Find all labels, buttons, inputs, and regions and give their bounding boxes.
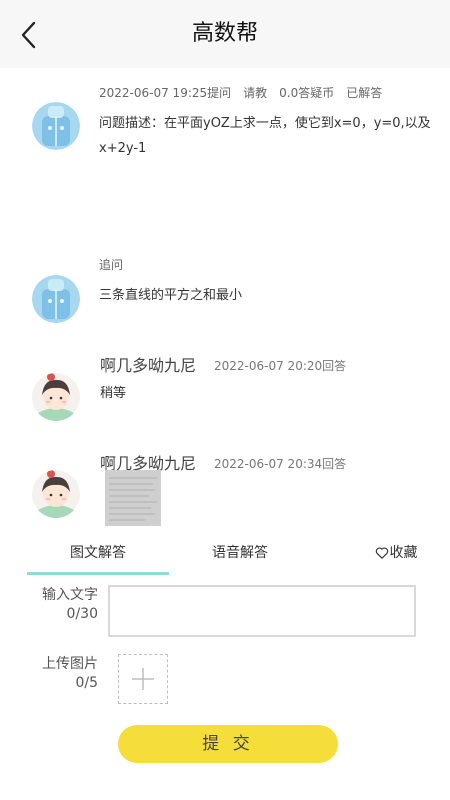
- tab-image-text[interactable]: 图文解答: [27, 540, 169, 576]
- asker-avatar[interactable]: [32, 102, 80, 150]
- text-input-label: 输入文字: [42, 587, 98, 603]
- question-status: 已解答: [346, 86, 383, 100]
- tab-voice[interactable]: 语音解答: [185, 540, 295, 576]
- answerer-avatar[interactable]: [32, 373, 80, 421]
- plus-icon: [132, 668, 154, 690]
- submit-button[interactable]: 提 交: [118, 725, 338, 763]
- favorite-label: 收藏: [389, 545, 418, 561]
- question-reward: 0.0答疑币: [279, 86, 335, 100]
- back-arrow-icon[interactable]: [14, 18, 46, 50]
- answerer-avatar-2[interactable]: [32, 470, 80, 518]
- asker-avatar-followup[interactable]: [32, 275, 80, 323]
- heart-outline-icon: [375, 547, 388, 559]
- page-title: 高数帮: [191, 21, 258, 46]
- question-text-line1: 问题描述：在平面yOZ上求一点，使它到x=0，y=0,以及: [99, 116, 431, 131]
- followup-text: 三条直线的平方之和最小: [99, 288, 243, 303]
- question-date: 2022-06-07 19:25提问: [99, 86, 232, 100]
- favorite-button[interactable]: 收藏: [368, 540, 424, 576]
- text-input-count: 0/30: [66, 606, 98, 622]
- answer-textarea[interactable]: [110, 587, 414, 635]
- answer-image-thumbnail[interactable]: [105, 470, 161, 526]
- question-text-line2: x+2y-1: [99, 141, 147, 156]
- answerer-name: 啊几多呦九尼: [100, 356, 197, 375]
- question-subject: 请教: [243, 86, 268, 100]
- active-tab-indicator: [27, 572, 169, 575]
- upload-image-button[interactable]: [118, 654, 168, 704]
- answer-mode-tabs: 图文解答 语音解答 收藏: [0, 540, 450, 576]
- answer-text-field[interactable]: [108, 585, 416, 637]
- answer-text: 稍等: [100, 386, 127, 401]
- answer-time-2: 2022-06-07 20:34回答: [214, 457, 347, 471]
- answer-time: 2022-06-07 20:20回答: [214, 359, 347, 373]
- image-upload-count: 0/5: [75, 675, 98, 691]
- question-meta: 2022-06-07 19:25提问 请教 0.0答疑币 已解答: [99, 84, 394, 101]
- followup-label: 追问: [99, 258, 124, 272]
- app-header: 高数帮: [0, 0, 450, 68]
- image-upload-label: 上传图片: [42, 656, 98, 672]
- conversation-area: 2022-06-07 19:25提问 请教 0.0答疑币 已解答 问题描述：在平面yO…: [0, 68, 450, 540]
